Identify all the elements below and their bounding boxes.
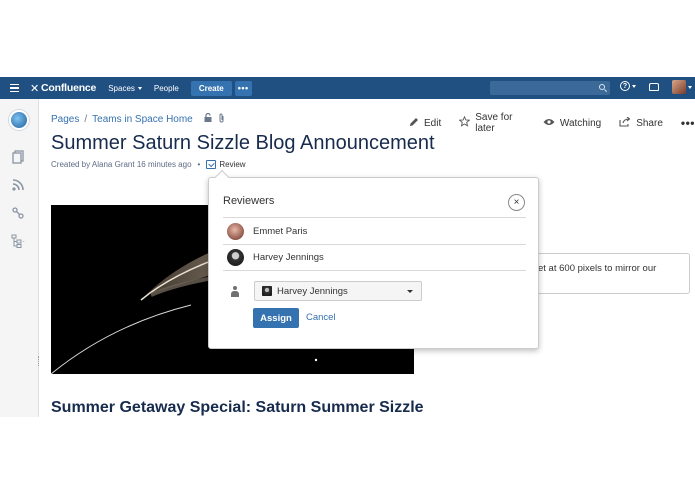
- attachment-icon[interactable]: [218, 113, 225, 125]
- avatar[interactable]: [672, 80, 686, 94]
- reviewer-name: Harvey Jennings: [253, 252, 324, 263]
- edit-button[interactable]: Edit: [409, 117, 441, 130]
- nav-people-label: People: [153, 83, 179, 93]
- save-for-later-label: Save for later: [475, 112, 513, 134]
- shortcuts-icon[interactable]: [11, 206, 25, 220]
- confluence-logo[interactable]: ✕ Confluence: [30, 82, 96, 95]
- avatar: [227, 222, 244, 240]
- page-title: Summer Saturn Sizzle Blog Announcement: [51, 132, 435, 154]
- reviewer-name: Emmet Paris: [253, 225, 308, 237]
- create-more-button[interactable]: •••: [234, 80, 252, 96]
- reviewer-row: Harvey Jennings: [223, 244, 526, 271]
- page-byline: Created by Alana Grant 16 minutes ago • …: [51, 160, 246, 169]
- space-sidebar: [0, 99, 39, 417]
- notification-icon[interactable]: [649, 83, 659, 91]
- nav-spaces[interactable]: Spaces: [108, 84, 142, 93]
- sidebar-resize-handle[interactable]: [38, 356, 41, 366]
- chevron-down-icon: [407, 290, 413, 293]
- create-button[interactable]: Create: [190, 80, 232, 96]
- search-icon: [599, 84, 605, 90]
- chevron-down-icon: [632, 84, 636, 88]
- menu-icon[interactable]: [10, 83, 24, 93]
- top-whitespace: [0, 0, 695, 77]
- dialog-title: Reviewers: [223, 195, 275, 207]
- share-icon: [619, 116, 631, 130]
- star-icon: [458, 115, 471, 130]
- nav-spaces-label: Spaces: [108, 83, 135, 93]
- space-logo[interactable]: [9, 110, 29, 130]
- cancel-button[interactable]: Cancel: [306, 312, 336, 323]
- share-label: Share: [636, 117, 663, 129]
- section-heading: Summer Getaway Special: Saturn Summer Si…: [51, 399, 424, 416]
- page-tree-icon[interactable]: [11, 234, 25, 248]
- reviewer-row: Emmet Paris: [223, 217, 526, 244]
- search-input[interactable]: [490, 81, 610, 95]
- top-navigation-bar: ✕ Confluence Spaces People Create ••• ?: [0, 77, 695, 99]
- assign-button[interactable]: Assign: [253, 308, 299, 328]
- confluence-logo-icon: ✕: [30, 82, 40, 95]
- breadcrumb-teams-in-space-home[interactable]: Teams in Space Home: [92, 114, 193, 125]
- breadcrumb-pages[interactable]: Pages: [51, 114, 79, 125]
- eye-icon: [543, 118, 555, 129]
- reviewer-select[interactable]: Harvey Jennings: [254, 281, 422, 301]
- nav-people[interactable]: People: [154, 84, 179, 93]
- chevron-down-icon: [137, 86, 142, 90]
- dialog-pointer: [214, 169, 230, 185]
- page-actions: Edit Save for later Watching Share •••: [409, 112, 695, 134]
- info-panel-text: et at 600 pixels to mirror our: [538, 263, 657, 274]
- share-button[interactable]: Share: [619, 116, 663, 130]
- watching-label: Watching: [559, 117, 602, 129]
- save-for-later-button[interactable]: Save for later: [458, 112, 525, 134]
- lock-icon[interactable]: [204, 112, 212, 125]
- avatar: [262, 286, 272, 296]
- byline-text: Created by Alana Grant 16 minutes ago: [51, 160, 192, 169]
- blog-rss-icon[interactable]: [11, 178, 25, 192]
- edit-label: Edit: [424, 117, 442, 129]
- help-icon: ?: [620, 81, 630, 91]
- more-actions-button[interactable]: •••: [681, 116, 695, 130]
- byline-separator: •: [197, 160, 201, 169]
- watching-button[interactable]: Watching: [543, 118, 601, 129]
- breadcrumb-separator: /: [84, 113, 88, 125]
- person-icon: [231, 285, 239, 297]
- reviewer-select-value: Harvey Jennings: [277, 285, 348, 297]
- logo-text: Confluence: [41, 82, 97, 94]
- breadcrumb: Pages / Teams in Space Home: [51, 112, 225, 125]
- pages-icon[interactable]: [11, 150, 25, 164]
- avatar: [227, 249, 244, 266]
- review-icon: [206, 160, 217, 169]
- assign-reviewer-row: Harvey Jennings: [231, 281, 422, 301]
- reviewers-dialog: Reviewers × Emmet Paris Harvey Jennings …: [208, 169, 539, 349]
- close-icon[interactable]: ×: [508, 194, 525, 211]
- info-panel: et at 600 pixels to mirror our: [520, 253, 690, 294]
- review-button[interactable]: Review: [206, 160, 246, 169]
- review-label: Review: [219, 160, 246, 169]
- help-menu[interactable]: ?: [620, 81, 636, 91]
- chevron-down-icon[interactable]: [688, 86, 692, 89]
- edit-icon: [409, 117, 419, 130]
